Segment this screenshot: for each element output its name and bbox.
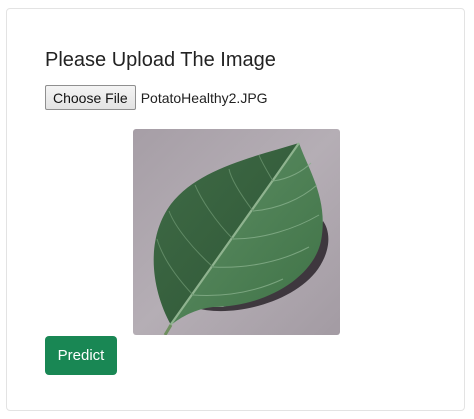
- file-input[interactable]: Choose File PotatoHealthy2.JPG: [45, 85, 268, 110]
- selected-file-name: PotatoHealthy2.JPG: [140, 89, 268, 106]
- predict-button[interactable]: Predict: [45, 336, 117, 375]
- upload-card: Please Upload The Image Choose File Pota…: [6, 8, 465, 411]
- page-title: Please Upload The Image: [45, 49, 276, 71]
- leaf-preview-image: [133, 129, 340, 335]
- choose-file-button[interactable]: Choose File: [45, 85, 136, 110]
